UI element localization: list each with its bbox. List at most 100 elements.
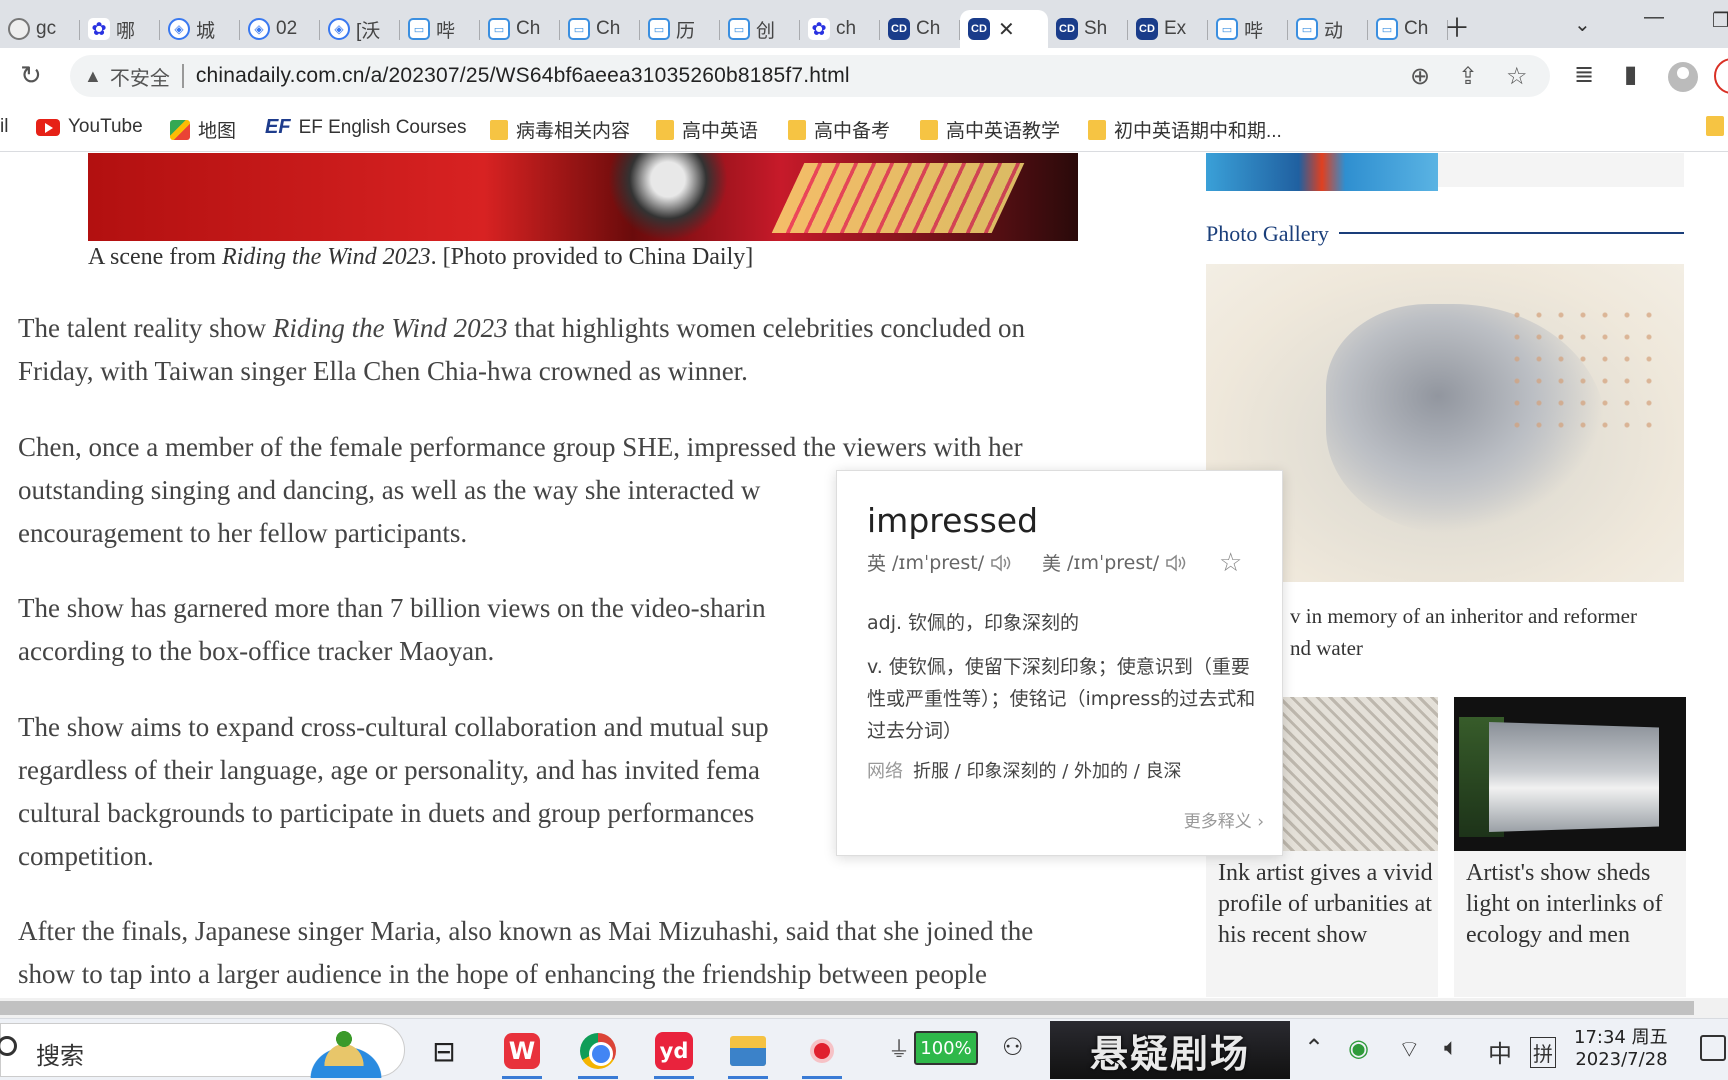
browser-tab[interactable]: ▭ Ch <box>1368 10 1448 48</box>
more-definitions-link[interactable]: 更多释义 › <box>1184 807 1264 832</box>
side-panel-icon[interactable]: ▮ <box>1624 60 1637 89</box>
scrollbar-thumb[interactable] <box>0 1001 1694 1015</box>
browser-tab[interactable]: ◈ 02 <box>240 10 320 48</box>
bookmark-star-icon[interactable]: ☆ <box>1506 62 1528 91</box>
dict-def-adj: adj. 钦佩的，印象深刻的 <box>867 612 1080 634</box>
ime-language[interactable]: 中 <box>1488 1034 1512 1069</box>
news-banner[interactable]: 悬疑剧场 <box>1050 1021 1290 1079</box>
bookmark-folder-2[interactable]: 高中英语 <box>656 116 758 143</box>
restore-button[interactable]: ❐ <box>1712 8 1728 33</box>
folder-icon <box>1088 119 1106 140</box>
reading-list-icon[interactable]: ≣ <box>1574 60 1594 89</box>
us-pronunciation: 美/ɪmˈprest/ <box>1042 549 1187 576</box>
dict-headword: impressed <box>867 501 1039 540</box>
battery-indicator[interactable]: ⏚ 100% <box>888 1031 979 1065</box>
favorite-star-icon[interactable]: ☆ <box>1219 547 1242 578</box>
bilibili-icon: ▭ <box>568 18 590 40</box>
wifi-icon[interactable]: ⌔ <box>1398 1034 1421 1064</box>
tab-title: 02 <box>276 18 298 39</box>
file-explorer-app[interactable] <box>720 1025 776 1079</box>
browser-tab[interactable]: ◈ 城 <box>160 10 240 48</box>
bookmark-folder-overflow[interactable] <box>1706 116 1724 136</box>
browser-tab[interactable]: ▭ 历 <box>640 10 720 48</box>
gallery-card-2-image[interactable] <box>1454 697 1686 851</box>
browser-tab[interactable]: gc <box>0 10 80 48</box>
folder-icon <box>788 119 806 140</box>
minimize-button[interactable]: — <box>1644 6 1664 29</box>
tab-title: 哔 <box>1244 20 1264 42</box>
browser-tab[interactable]: ✿ ch <box>800 10 880 48</box>
bookmarks-bar: il YouTube 地图 EF EF English Courses 病毒相关内… <box>0 102 1728 152</box>
browser-tab[interactable]: ▭ 哔 <box>400 10 480 48</box>
url-text[interactable]: chinadaily.com.cn/a/202307/25/WS64bf6aee… <box>196 64 850 88</box>
tab-title: Sh <box>1084 18 1108 39</box>
browser-tab[interactable]: ▭ Ch <box>480 10 560 48</box>
bookmark-folder-1[interactable]: 病毒相关内容 <box>490 116 630 143</box>
tab-search-chevron-icon[interactable]: ⌄ <box>1574 12 1591 37</box>
notification-icon[interactable] <box>1700 1035 1726 1061</box>
tab-title: 哪 <box>116 20 136 42</box>
task-view-button[interactable]: ⊟ <box>416 1025 472 1077</box>
globe-icon <box>8 18 30 40</box>
bilibili-icon: ▭ <box>648 18 670 40</box>
speaker-icon[interactable] <box>990 553 1012 572</box>
search-placeholder: 搜索 <box>36 1043 84 1070</box>
close-tab-icon[interactable]: ✕ <box>998 17 1015 42</box>
browser-tab[interactable]: CD Ch <box>880 10 960 48</box>
browser-tab[interactable]: ▭ 动 <box>1288 10 1368 48</box>
task-view-icon: ⊟ <box>432 1035 456 1067</box>
new-tab-button[interactable]: ＋ <box>1444 8 1470 45</box>
address-bar[interactable]: ▲ 不安全 chinadaily.com.cn/a/202307/25/WS64… <box>70 55 1550 97</box>
profile-avatar[interactable] <box>1668 62 1698 92</box>
people-icon[interactable]: ⚇ <box>1002 1033 1024 1062</box>
gallery-card-1-title[interactable]: Ink artist gives a vivid profile of urba… <box>1218 858 1433 951</box>
uk-pronunciation: 英/ɪmˈprest/ <box>867 549 1012 576</box>
youdao-app[interactable]: yd <box>646 1025 702 1079</box>
ef-icon: EF <box>265 116 291 138</box>
browser-tab[interactable]: ◈ [沃 <box>320 10 400 48</box>
tab-title: [沃 <box>356 20 381 42</box>
browser-tab[interactable]: ▭ 创 <box>720 10 800 48</box>
bookmark-folder-5[interactable]: 初中英语期中和期... <box>1088 116 1282 143</box>
horizontal-scrollbar[interactable] <box>0 998 1728 1018</box>
bookmark-folder-4[interactable]: 高中英语教学 <box>920 116 1060 143</box>
volume-icon[interactable]: 🔈︎ <box>1444 1034 1458 1062</box>
browser-tab[interactable]: ▭ 哔 <box>1208 10 1288 48</box>
warning-icon[interactable]: ▲ <box>84 66 102 87</box>
sidebar-card[interactable] <box>1438 153 1684 187</box>
browser-tab[interactable]: ▭ Ch <box>560 10 640 48</box>
share-icon[interactable]: ⇪ <box>1458 62 1478 91</box>
chrome-app[interactable] <box>570 1025 626 1079</box>
browser-tab[interactable]: CD Ex <box>1128 10 1208 48</box>
bookmark-youtube[interactable]: YouTube <box>36 116 143 138</box>
island-icon <box>291 1030 401 1078</box>
ime-mode[interactable]: 拼 <box>1530 1037 1556 1068</box>
bookmark-ef[interactable]: EF EF English Courses <box>265 116 466 139</box>
address-separator <box>181 64 184 88</box>
bookmark-map[interactable]: 地图 <box>170 116 236 143</box>
system-clock[interactable]: 17:34 周五 2023/7/28 <box>1574 1027 1668 1071</box>
wps-app[interactable]: W <box>494 1025 550 1079</box>
gallery-card-2-title[interactable]: Artist's show sheds light on interlinks … <box>1466 858 1681 951</box>
dict-web-defs: 网络 折服 / 印象深刻的 / 外加的 / 良深 <box>867 761 1182 782</box>
photo-gallery-title[interactable]: Photo Gallery <box>1206 221 1339 247</box>
not-secure-label[interactable]: 不安全 <box>110 62 170 91</box>
bookmark-folder-3[interactable]: 高中备考 <box>788 116 890 143</box>
browser-tab[interactable]: CD Sh <box>1048 10 1128 48</box>
dict-def-verb: v. 使钦佩，使留下深刻印象；使意识到（重要性或严重性等）；使铭记（impres… <box>867 656 1256 742</box>
article-paragraph-1: The talent reality show Riding the Wind … <box>18 313 1026 386</box>
tray-chevron-icon[interactable]: ⌃ <box>1304 1034 1324 1063</box>
baidu-icon: ✿ <box>808 18 830 40</box>
bookmark-partial[interactable]: il <box>0 116 8 138</box>
taskbar-search[interactable]: 搜索 <box>0 1023 405 1078</box>
dictionary-popup: impressed 英/ɪmˈprest/ 美/ɪmˈprest/ ☆ adj.… <box>836 470 1283 856</box>
browser-tab[interactable]: CD ✕ <box>960 10 1048 48</box>
reload-icon[interactable]: ↻ <box>20 60 42 91</box>
security-tray-icon[interactable]: ◉ <box>1348 1034 1369 1063</box>
speaker-icon[interactable] <box>1165 553 1187 572</box>
browser-tab[interactable]: ✿ 哪 <box>80 10 160 48</box>
sidebar-thumbnail[interactable] <box>1206 153 1438 191</box>
zoom-icon[interactable]: ⊕ <box>1410 62 1430 91</box>
recorder-app[interactable] <box>794 1025 850 1079</box>
tab-title: Ch <box>916 18 941 39</box>
